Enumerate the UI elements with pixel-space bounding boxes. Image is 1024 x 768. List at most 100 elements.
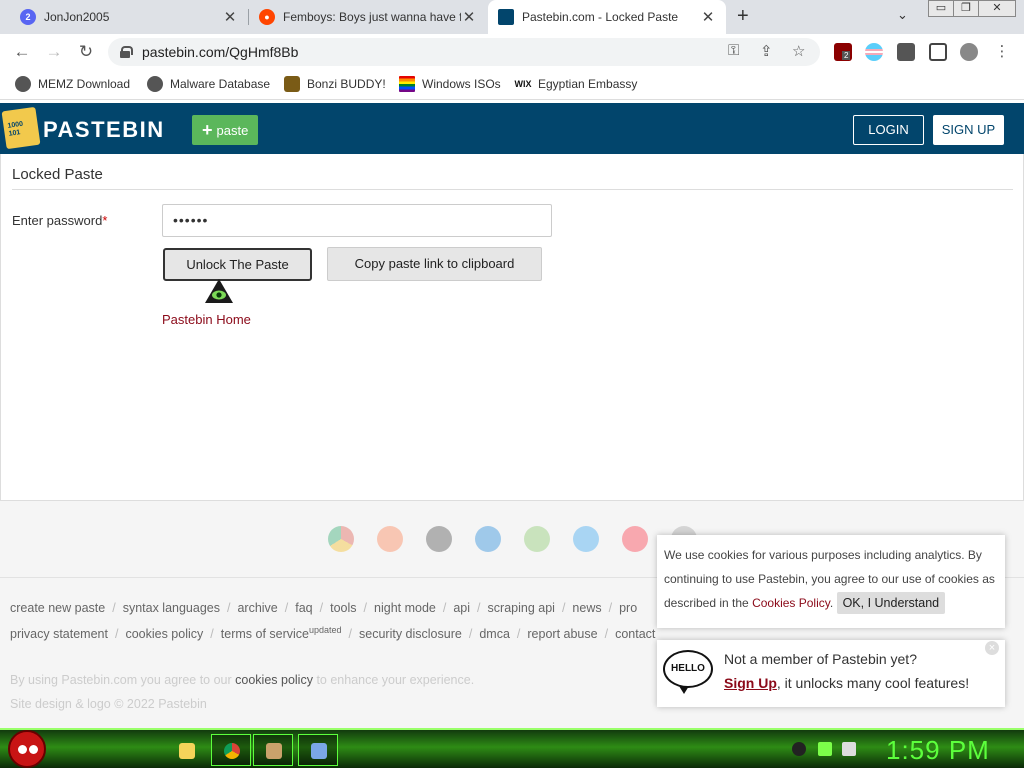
password-label-text: Enter password (12, 213, 103, 228)
globe-icon (15, 76, 31, 92)
firefox-icon[interactable] (377, 526, 403, 552)
profile-avatar-icon[interactable] (960, 43, 978, 61)
extensions-puzzle-icon[interactable] (897, 43, 915, 61)
password-label: Enter password* (12, 213, 107, 228)
url-text[interactable]: pastebin.com/QgHmf8Bb (142, 44, 298, 60)
minimize-button[interactable]: ▭ (928, 0, 954, 17)
tab-pastebin[interactable]: Pastebin.com - Locked Paste ✕ (488, 0, 726, 34)
pastebin-icon (498, 9, 514, 25)
menu-kebab-icon[interactable]: ⋮ (991, 41, 1013, 63)
footer-link[interactable]: api (453, 601, 470, 615)
opera-icon[interactable] (622, 526, 648, 552)
pastebin-home-link[interactable]: Pastebin Home (162, 312, 251, 327)
close-tab-icon[interactable]: ✕ (222, 8, 238, 26)
close-window-button[interactable]: ✕ (978, 0, 1016, 17)
locked-paste-panel: Locked Paste Enter password* •••••• Unlo… (0, 154, 1024, 501)
twitch-icon: 2 (20, 9, 36, 25)
reload-button[interactable]: ↻ (75, 41, 97, 63)
tab-jonjon[interactable]: 2 JonJon2005 ✕ (10, 0, 248, 34)
taskbar-app[interactable] (298, 734, 338, 766)
footer-link[interactable]: pro (619, 601, 637, 615)
key-icon[interactable]: ⚿ (728, 42, 739, 59)
ok-understand-button[interactable]: OK, I Understand (836, 592, 946, 614)
new-tab-button[interactable]: + (737, 5, 749, 28)
footer-link[interactable]: terms of service (221, 627, 309, 641)
copyright: Site design & logo © 2022 Pastebin (10, 697, 207, 711)
promo-signup-link[interactable]: Sign Up (724, 675, 777, 691)
lock-icon[interactable] (120, 46, 133, 58)
footer-link[interactable]: archive (237, 601, 277, 615)
unlock-paste-button[interactable]: Unlock The Paste (163, 248, 312, 281)
cookie-text: . (829, 596, 834, 610)
network-icon[interactable] (818, 742, 832, 756)
copy-link-button[interactable]: Copy paste link to clipboard (327, 247, 542, 281)
browser-toolbar: ← → ↻ pastebin.com/QgHmf8Bb ⚿ ⇪ ☆ 2 ⋮ (0, 34, 1024, 70)
pastebin-logo-icon[interactable] (1, 106, 41, 150)
taskbar-paint[interactable] (253, 734, 293, 766)
eye-cursor-icon (205, 279, 233, 303)
angry-bird-start-icon[interactable] (8, 730, 46, 768)
bookmark-memz[interactable]: MEMZ Download (15, 76, 130, 92)
app-window-icon (311, 743, 327, 759)
volume-icon[interactable] (842, 742, 856, 756)
forward-button[interactable]: → (43, 41, 65, 63)
footer-link[interactable]: cookies policy (125, 627, 203, 641)
tab-title: Femboys: Boys just wanna have fun (283, 10, 461, 24)
signup-button[interactable]: SIGN UP (933, 115, 1004, 145)
close-tab-icon[interactable]: ✕ (461, 8, 477, 26)
pastebin-brand[interactable]: PASTEBIN (43, 117, 165, 143)
footer-link[interactable]: night mode (374, 601, 436, 615)
cookies-policy-link[interactable]: cookies policy (235, 673, 313, 687)
footer-link[interactable]: tools (330, 601, 356, 615)
bookmark-label: Bonzi BUDDY! (307, 77, 386, 91)
footer-links-row1: create new paste / syntax languages / archiv… (10, 601, 638, 615)
ios-icon[interactable] (426, 526, 452, 552)
address-bar[interactable]: pastebin.com/QgHmf8Bb ⚿ ⇪ ☆ (108, 38, 820, 66)
cookies-policy-link[interactable]: Cookies Policy (752, 596, 830, 610)
bookmark-label: Malware Database (170, 77, 271, 91)
globe-icon (147, 76, 163, 92)
x-icon[interactable] (573, 526, 599, 552)
tab-list-button[interactable]: ⌄ (897, 7, 908, 23)
back-button[interactable]: ← (11, 41, 33, 63)
android-icon[interactable] (524, 526, 550, 552)
footer-link[interactable]: privacy statement (10, 627, 108, 641)
footer-link[interactable]: scraping api (488, 601, 555, 615)
bookmark-egyptian-embassy[interactable]: WIX Egyptian Embassy (515, 76, 638, 92)
footer-link[interactable]: news (572, 601, 601, 615)
password-field[interactable]: •••••• (162, 204, 552, 237)
bookmark-bonzi-buddy[interactable]: Bonzi BUDDY! (284, 76, 386, 92)
side-panel-icon[interactable] (929, 43, 947, 61)
bookmark-malware-database[interactable]: Malware Database (147, 76, 270, 92)
footer-link[interactable]: dmca (479, 627, 510, 641)
trans-flag-extension-icon[interactable] (865, 43, 883, 61)
new-paste-button[interactable]: + paste (192, 115, 259, 145)
footer-link[interactable]: create new paste (10, 601, 105, 615)
close-icon[interactable]: × (985, 641, 999, 655)
share-icon[interactable]: ⇪ (760, 42, 773, 60)
chrome-icon[interactable] (328, 526, 354, 552)
maximize-button[interactable]: ❐ (953, 0, 979, 17)
footer-link[interactable]: contact (615, 627, 655, 641)
taskbar-explorer[interactable] (166, 734, 206, 766)
footer-link[interactable]: syntax languages (123, 601, 220, 615)
bookmarks-bar: MEMZ Download Malware Database Bonzi BUD… (0, 70, 1024, 100)
rainbow-flag-icon (399, 76, 415, 92)
tray-chevron-icon[interactable] (792, 742, 806, 756)
taskbar-clock[interactable]: 1:59 PM (886, 735, 990, 766)
login-button[interactable]: LOGIN (853, 115, 924, 145)
required-mark: * (102, 213, 108, 228)
taskbar-chrome[interactable] (211, 734, 251, 766)
bonzi-icon (284, 76, 300, 92)
paint-icon (266, 743, 282, 759)
bookmark-windows-isos[interactable]: Windows ISOs (399, 76, 501, 92)
windows-icon[interactable] (475, 526, 501, 552)
footer-link[interactable]: security disclosure (359, 627, 462, 641)
ublock-extension-icon[interactable]: 2 (834, 43, 852, 61)
tab-reddit[interactable]: ● Femboys: Boys just wanna have fun ✕ (249, 0, 487, 34)
close-tab-icon[interactable]: ✕ (700, 8, 716, 26)
footer-link[interactable]: faq (295, 601, 312, 615)
star-icon[interactable]: ☆ (792, 42, 805, 60)
footer-link[interactable]: report abuse (527, 627, 597, 641)
browser-tab-strip: 2 JonJon2005 ✕ ● Femboys: Boys just wann… (0, 0, 1024, 34)
